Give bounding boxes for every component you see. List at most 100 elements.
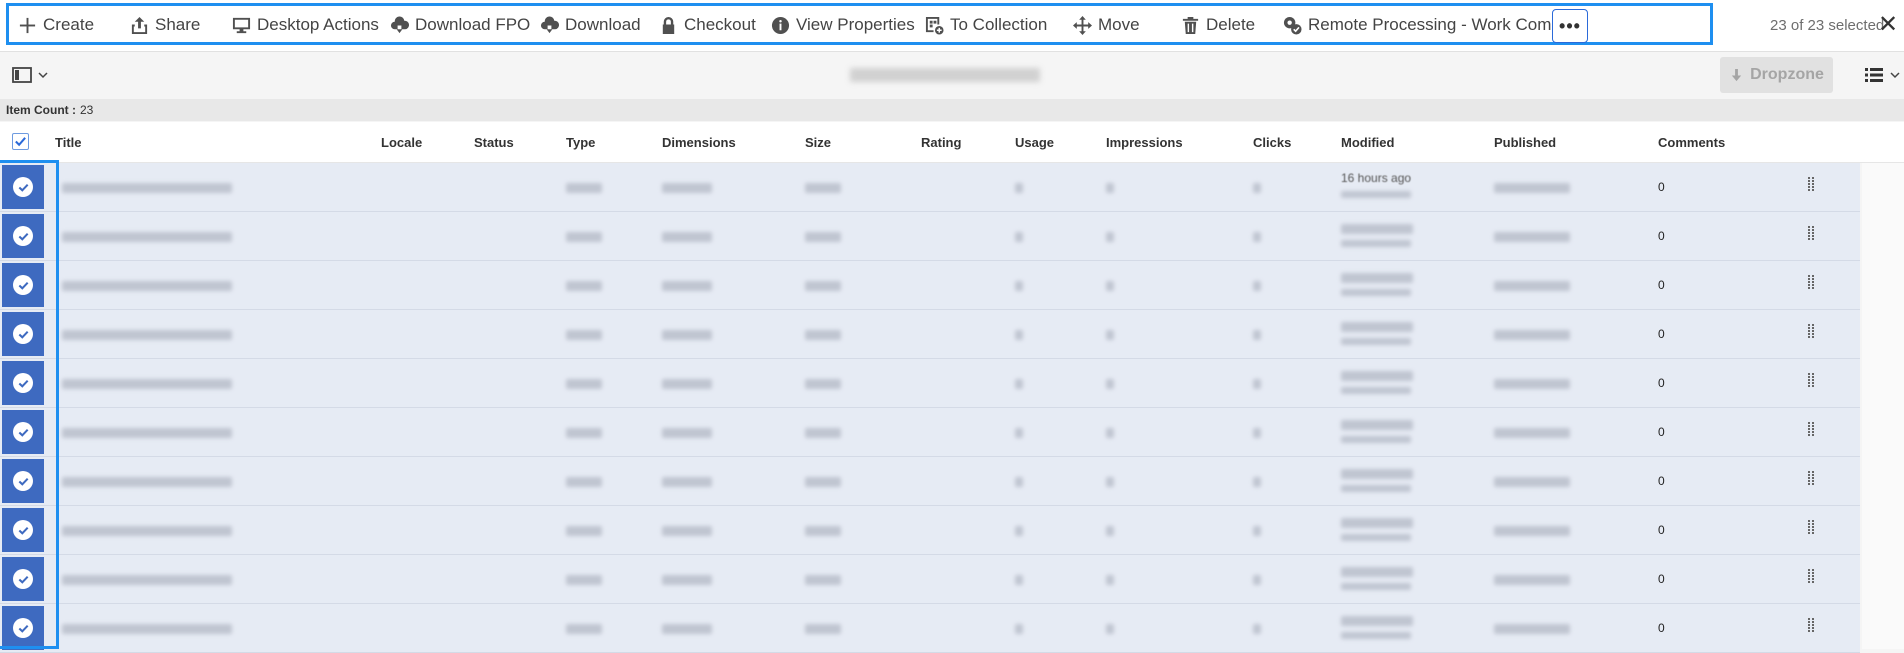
- row-checkbox[interactable]: [2, 214, 44, 258]
- blurred-cell: [1253, 281, 1261, 291]
- lock-icon: [662, 16, 675, 34]
- row-checkbox[interactable]: [2, 557, 44, 601]
- column-status[interactable]: Status: [474, 135, 514, 150]
- row-drag-handle[interactable]: [1808, 372, 1814, 392]
- comments-value: 0: [1658, 180, 1665, 194]
- column-rating[interactable]: Rating: [921, 135, 961, 150]
- blurred-cell: [1253, 624, 1261, 634]
- blurred-cell: [62, 428, 232, 438]
- row-drag-handle[interactable]: [1808, 323, 1814, 343]
- share-icon: [131, 16, 148, 34]
- table-row[interactable]: 16 hours ago 0: [0, 163, 1860, 212]
- remote-processing-button[interactable]: Remote Processing - Work Complete: [1283, 12, 1588, 38]
- move-label: Move: [1098, 15, 1140, 34]
- blurred-cell: [1106, 428, 1114, 438]
- blurred-cell: [805, 575, 841, 585]
- row-drag-handle[interactable]: [1808, 176, 1814, 196]
- row-checkbox[interactable]: [2, 312, 44, 356]
- column-comments[interactable]: Comments: [1658, 135, 1725, 150]
- row-checkbox[interactable]: [2, 410, 44, 454]
- blurred-cell: [566, 330, 602, 340]
- share-button[interactable]: Share: [130, 12, 200, 38]
- row-checkbox[interactable]: [2, 361, 44, 405]
- blurred-cell: [805, 330, 841, 340]
- column-type[interactable]: Type: [566, 135, 595, 150]
- blurred-cell: [1341, 289, 1411, 296]
- comments-value: 0: [1658, 425, 1665, 439]
- row-drag-handle[interactable]: [1808, 470, 1814, 490]
- row-drag-handle[interactable]: [1808, 568, 1814, 588]
- blurred-cell: [1494, 232, 1570, 242]
- scrollbar[interactable]: [1862, 163, 1904, 649]
- blurred-cell: [662, 281, 712, 291]
- table-row[interactable]: 0: [0, 604, 1860, 653]
- blurred-cell: [1253, 428, 1261, 438]
- blurred-cell: [1341, 518, 1413, 528]
- row-checkbox[interactable]: [2, 606, 44, 650]
- checkmark-circle-icon: [13, 324, 33, 344]
- dropzone-button[interactable]: Dropzone: [1720, 57, 1833, 93]
- blurred-cell: [1341, 371, 1413, 381]
- select-all-checkbox[interactable]: [12, 133, 29, 150]
- column-usage[interactable]: Usage: [1015, 135, 1054, 150]
- download-button[interactable]: Download: [540, 12, 641, 38]
- row-drag-handle[interactable]: [1808, 617, 1814, 637]
- checkmark-circle-icon: [13, 618, 33, 638]
- move-button[interactable]: Move: [1073, 12, 1140, 38]
- move-icon: [1073, 15, 1092, 35]
- column-locale[interactable]: Locale: [381, 135, 422, 150]
- blurred-cell: [1341, 632, 1411, 639]
- blurred-cell: [1015, 477, 1023, 487]
- blurred-cell: [566, 575, 602, 585]
- rail-toggle-button[interactable]: [12, 66, 48, 84]
- column-impressions[interactable]: Impressions: [1106, 135, 1183, 150]
- more-actions-button[interactable]: •••: [1552, 9, 1588, 43]
- table-row[interactable]: 0: [0, 555, 1860, 604]
- delete-button[interactable]: Delete: [1181, 12, 1255, 38]
- row-checkbox[interactable]: [2, 459, 44, 503]
- column-dimensions[interactable]: Dimensions: [662, 135, 736, 150]
- blurred-cell: [1341, 469, 1413, 479]
- table-row[interactable]: 0: [0, 457, 1860, 506]
- table-row[interactable]: 0: [0, 359, 1860, 408]
- column-published[interactable]: Published: [1494, 135, 1556, 150]
- checkmark-circle-icon: [13, 177, 33, 197]
- remote-processing-icon: [1283, 16, 1302, 35]
- row-drag-handle[interactable]: [1808, 519, 1814, 539]
- blurred-cell: [662, 526, 712, 536]
- column-title[interactable]: Title: [55, 135, 82, 150]
- to-collection-button[interactable]: To Collection: [925, 12, 1047, 38]
- column-modified[interactable]: Modified: [1341, 135, 1394, 150]
- table-row[interactable]: 0: [0, 310, 1860, 359]
- row-drag-handle[interactable]: [1808, 274, 1814, 294]
- checkout-button[interactable]: Checkout: [659, 12, 756, 38]
- table-row[interactable]: 0: [0, 212, 1860, 261]
- blurred-cell: [662, 183, 712, 193]
- column-clicks[interactable]: Clicks: [1253, 135, 1291, 150]
- download-fpo-button[interactable]: Download FPO: [390, 12, 530, 38]
- download-label: Download: [565, 15, 641, 34]
- row-checkbox[interactable]: [2, 508, 44, 552]
- row-checkbox[interactable]: [2, 165, 44, 209]
- view-switcher-button[interactable]: [1864, 66, 1900, 84]
- row-checkbox[interactable]: [2, 263, 44, 307]
- blurred-cell: [1106, 575, 1114, 585]
- table-row[interactable]: 0: [0, 261, 1860, 310]
- create-button[interactable]: Create: [18, 12, 94, 38]
- item-count-bar: Item Count : 23: [0, 99, 1904, 121]
- blurred-cell: [1341, 534, 1411, 541]
- table-row[interactable]: 0: [0, 408, 1860, 457]
- blurred-cell: [1494, 575, 1570, 585]
- column-size[interactable]: Size: [805, 135, 831, 150]
- row-drag-handle[interactable]: [1808, 225, 1814, 245]
- view-properties-button[interactable]: View Properties: [771, 12, 915, 38]
- table-header: Title Locale Status Type Dimensions Size…: [0, 122, 1904, 163]
- table-row[interactable]: 0: [0, 506, 1860, 555]
- desktop-actions-button[interactable]: Desktop Actions: [232, 12, 379, 38]
- row-drag-handle[interactable]: [1808, 421, 1814, 441]
- download-fpo-label: Download FPO: [415, 15, 531, 34]
- close-selection-button[interactable]: ✕: [1878, 12, 1898, 38]
- blurred-cell: [662, 575, 712, 585]
- comments-value: 0: [1658, 474, 1665, 488]
- blurred-cell: [1015, 183, 1023, 193]
